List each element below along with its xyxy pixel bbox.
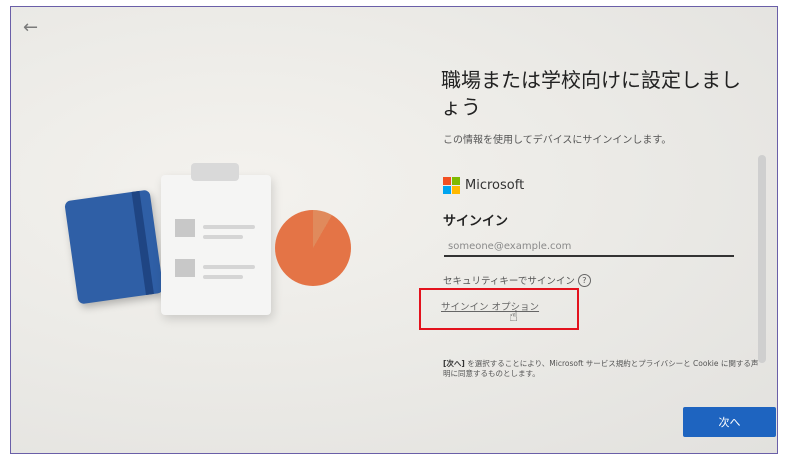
- hand-pointer-icon: ☝: [509, 307, 519, 325]
- back-arrow-icon[interactable]: ←: [23, 17, 38, 38]
- microsoft-logo-icon: [443, 177, 460, 194]
- consent-bold: [次へ]: [443, 359, 465, 368]
- consent-text: [次へ] を選択することにより、Microsoft サービス規約とプライバシーと…: [443, 359, 765, 379]
- security-key-label: セキュリティキーでサインイン: [443, 276, 575, 287]
- consent-body: を選択することにより、Microsoft サービス規約とプライバシーと Cook…: [443, 359, 759, 378]
- pie-chart-illustration: [275, 210, 351, 286]
- email-field[interactable]: [444, 237, 734, 257]
- page-title: 職場または学校向けに設定しましょう: [441, 68, 741, 119]
- notebook-illustration: [64, 189, 164, 305]
- next-button[interactable]: 次へ: [683, 407, 776, 437]
- brand-name: Microsoft: [465, 178, 525, 193]
- page-description: この情報を使用してデバイスにサインインします。: [443, 135, 672, 146]
- signin-options-link[interactable]: サインイン オプション: [441, 299, 539, 313]
- clipboard-illustration: [161, 163, 271, 315]
- scrollbar[interactable]: [758, 155, 766, 363]
- signin-heading: サインイン: [443, 214, 509, 229]
- security-key-signin-link[interactable]: セキュリティキーでサインイン ?: [443, 273, 591, 287]
- help-icon[interactable]: ?: [577, 273, 591, 287]
- microsoft-brand: Microsoft: [443, 177, 524, 194]
- setup-window: ← 職場または学校向けに設定しましょう この情報を使用してデバイスにサインインし…: [10, 6, 778, 454]
